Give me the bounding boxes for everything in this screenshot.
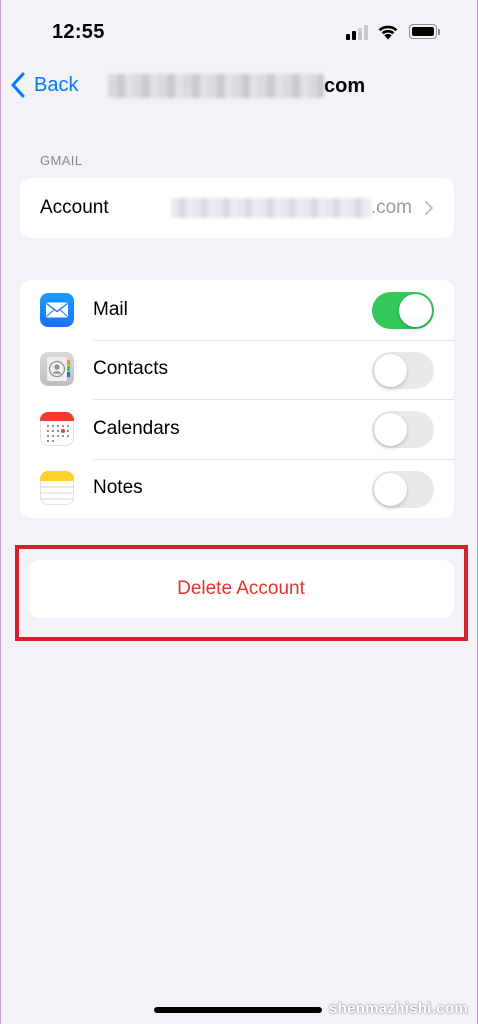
- toggle-row-calendars: Calendars: [20, 399, 454, 459]
- battery-cap: [438, 29, 440, 35]
- redacted-account-email: [170, 198, 371, 218]
- toggle-label-mail: Mail: [93, 298, 128, 320]
- account-value: .com: [170, 197, 434, 219]
- account-label: Account: [40, 197, 109, 218]
- toggle-row-mail: Mail: [20, 280, 454, 340]
- account-group: Account .com: [20, 178, 454, 238]
- cellular-signal-icon: [346, 24, 370, 40]
- section-header-gmail: GMAIL: [40, 153, 83, 168]
- status-time: 12:55: [52, 21, 105, 43]
- toggle-row-notes: Notes: [20, 458, 454, 519]
- page-title: com: [108, 72, 365, 100]
- toggle-label-notes: Notes: [93, 477, 143, 499]
- battery-icon: [409, 24, 437, 39]
- account-value-suffix: .com: [370, 197, 412, 218]
- toggle-label-calendars: Calendars: [93, 417, 180, 439]
- mail-icon: [40, 292, 74, 327]
- status-bar: 12:55: [0, 0, 478, 60]
- home-indicator: [154, 1007, 322, 1013]
- notes-icon: [40, 471, 74, 506]
- chevron-left-icon: [11, 72, 25, 98]
- contacts-toggle-switch[interactable]: [372, 351, 434, 389]
- contacts-icon: [40, 352, 74, 387]
- redacted-email: [108, 74, 324, 98]
- back-label: Back: [34, 73, 79, 96]
- sync-toggles-group: Mail Contacts Calendars Notes: [20, 280, 454, 518]
- toggle-row-contacts: Contacts: [20, 339, 454, 400]
- highlight-box: [15, 545, 468, 641]
- watermark: shenmazhishi.com: [328, 1000, 468, 1017]
- notes-toggle-switch[interactable]: [372, 470, 434, 508]
- page-title-suffix: com: [324, 74, 366, 97]
- chevron-right-icon: [425, 201, 433, 215]
- calendar-icon: [40, 411, 74, 446]
- calendars-toggle-switch[interactable]: [372, 411, 434, 448]
- wifi-icon: [378, 25, 398, 40]
- navigation-bar: Back com: [0, 62, 478, 108]
- account-row[interactable]: Account .com: [20, 178, 454, 238]
- mail-toggle-switch[interactable]: [372, 292, 434, 329]
- back-button[interactable]: Back: [10, 70, 78, 100]
- toggle-label-contacts: Contacts: [93, 358, 168, 380]
